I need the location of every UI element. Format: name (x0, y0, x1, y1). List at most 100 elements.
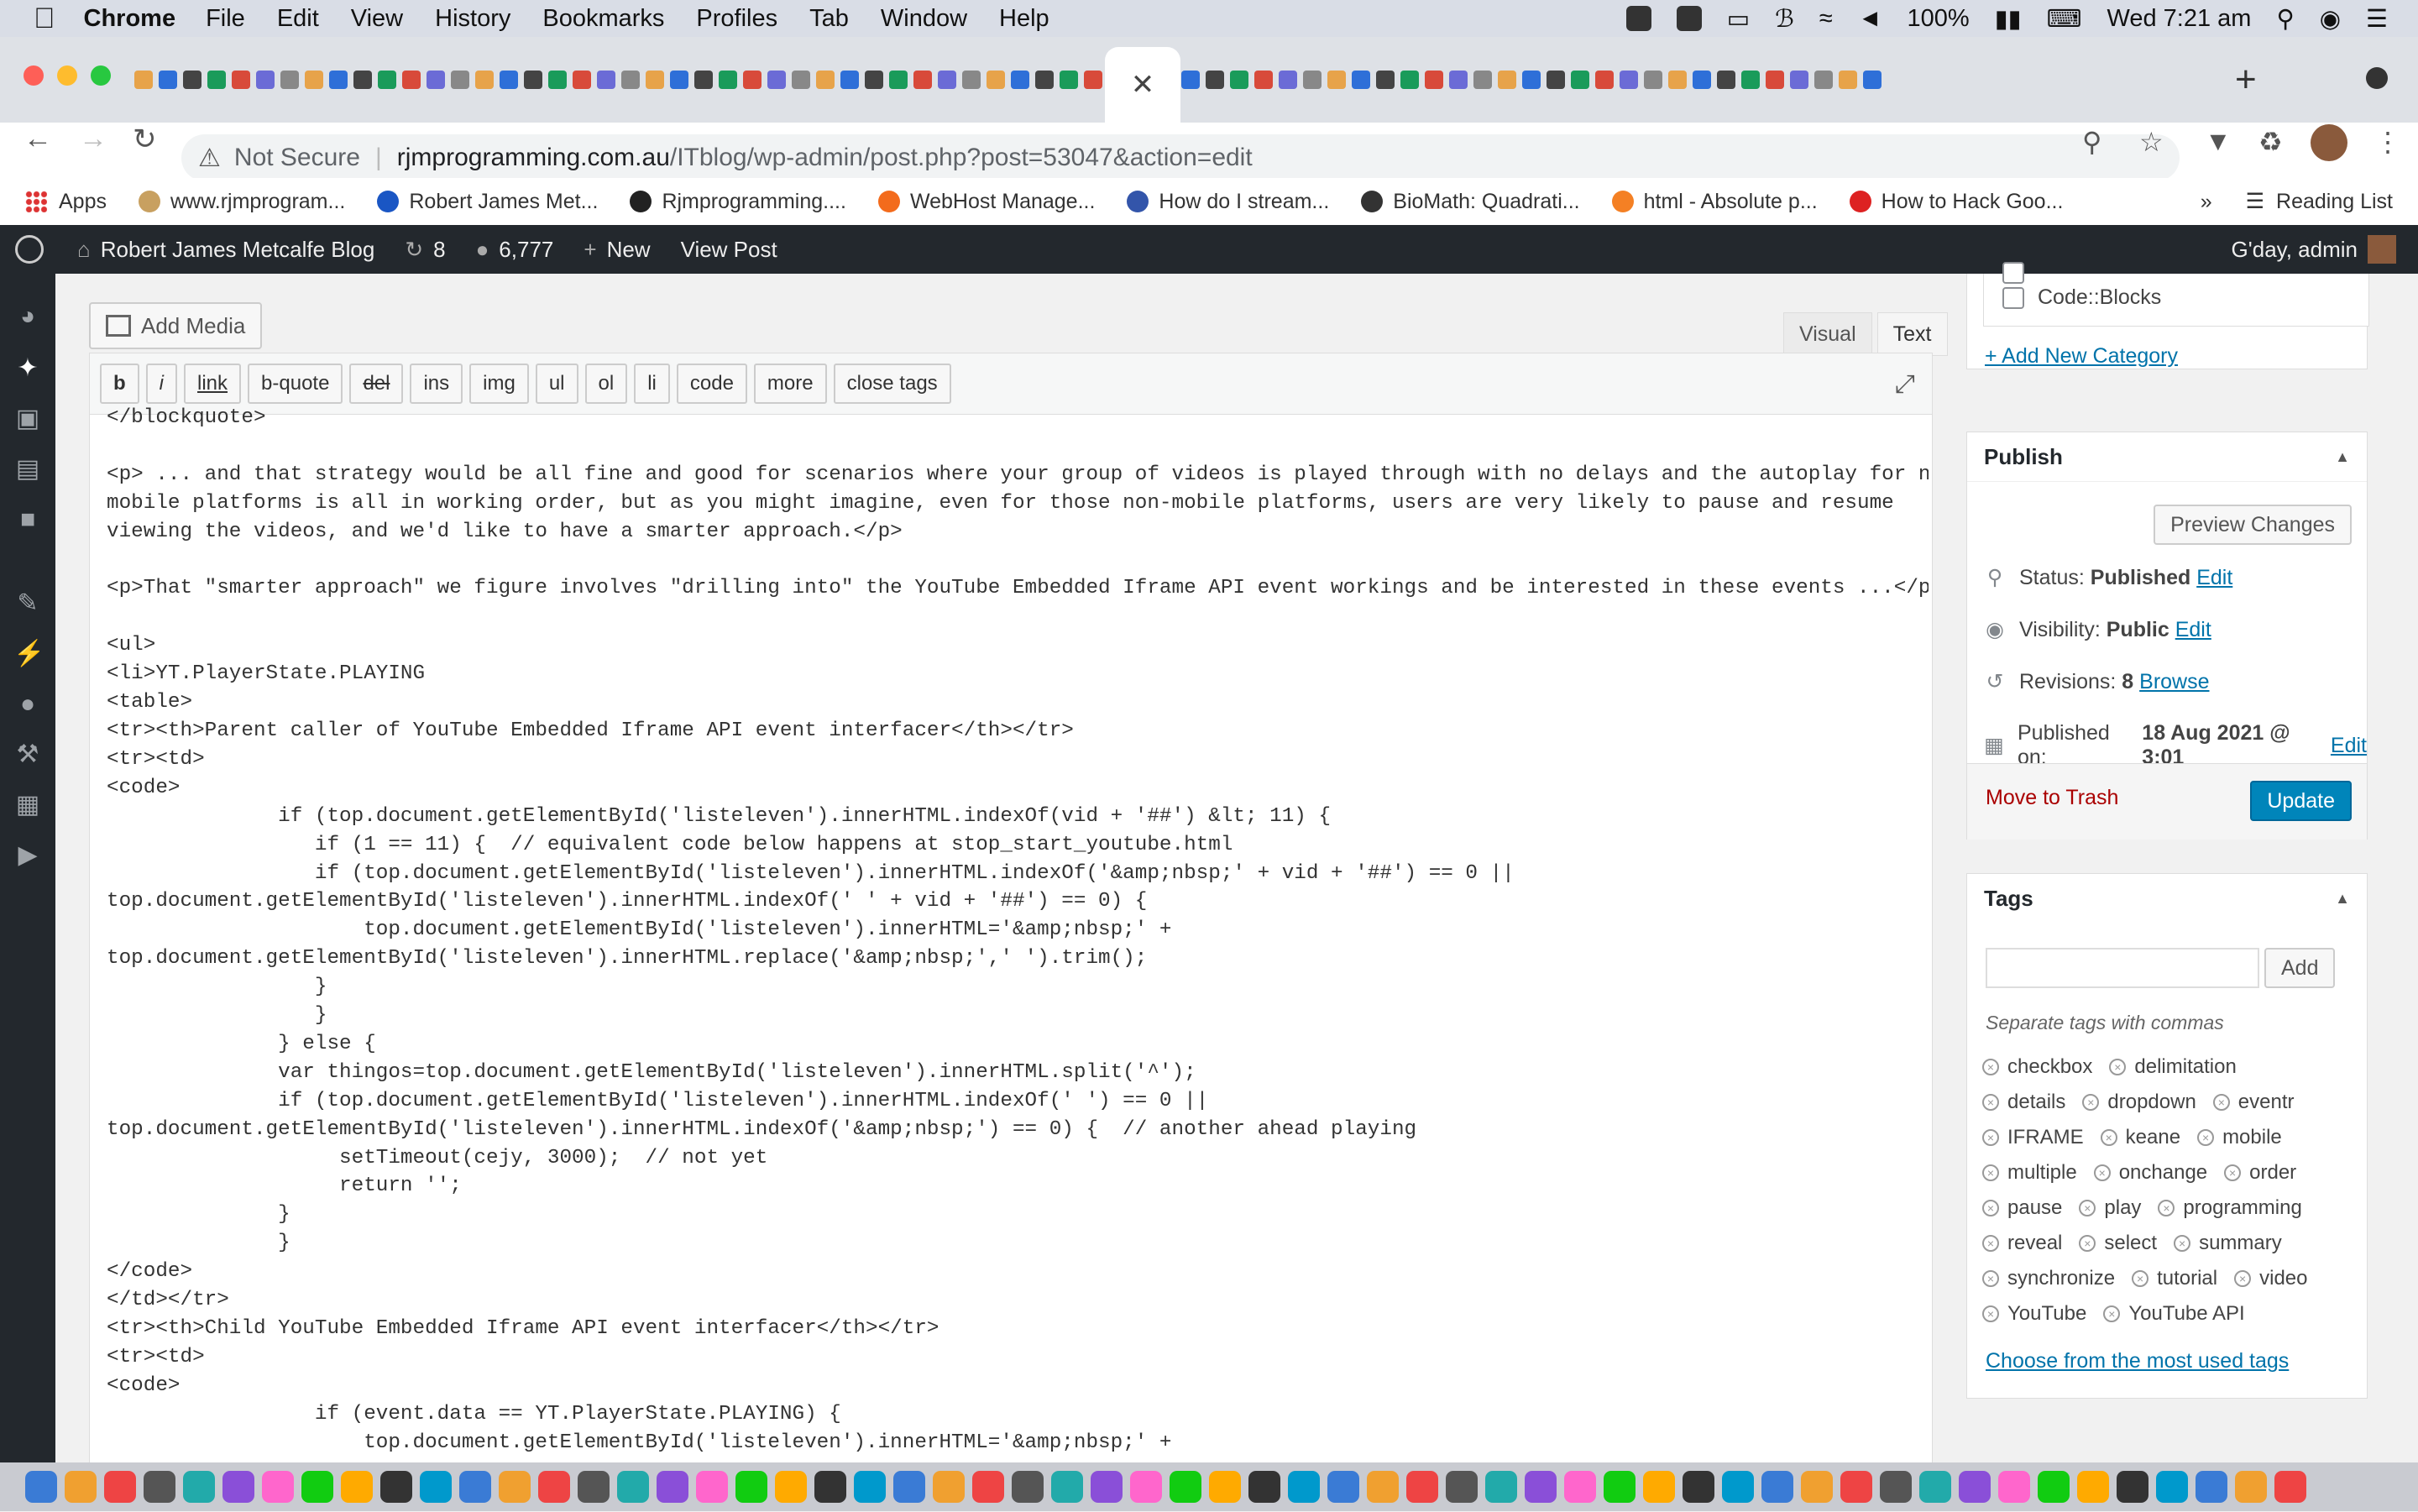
tab-favicon[interactable] (1425, 71, 1443, 89)
dock-app-icon[interactable] (1998, 1471, 2030, 1503)
dock-app-icon[interactable] (657, 1471, 688, 1503)
keyboard-icon[interactable]: ⌨ (2047, 4, 2082, 34)
tab-favicon[interactable] (1839, 71, 1857, 89)
tab-favicon[interactable] (1571, 71, 1589, 89)
edit-status-link[interactable]: Edit (2196, 566, 2232, 590)
tab-favicon[interactable] (1693, 71, 1711, 89)
qt-code-button[interactable]: code (676, 364, 747, 404)
category-checkbox-codeblocks[interactable] (2002, 287, 2024, 309)
dock-app-icon[interactable] (893, 1471, 925, 1503)
tab-favicon[interactable] (1547, 71, 1565, 89)
qt-li-button[interactable]: li (634, 364, 670, 404)
tab-favicon[interactable] (402, 71, 421, 89)
warning-icon[interactable]: ⚠ (198, 144, 221, 173)
dock-app-icon[interactable] (1367, 1471, 1399, 1503)
tab-favicon[interactable] (378, 71, 396, 89)
tab-favicon[interactable] (159, 71, 177, 89)
battery-icon[interactable]: ▮▮ (1995, 4, 2022, 34)
category-checkbox[interactable] (2002, 262, 2024, 284)
dock-app-icon[interactable] (1959, 1471, 1991, 1503)
tab-favicon[interactable] (719, 71, 737, 89)
dock-app-icon[interactable] (1801, 1471, 1833, 1503)
tab-favicon[interactable] (1011, 71, 1029, 89)
apple-icon[interactable]:  (34, 3, 55, 35)
bookmark-item[interactable]: www.rjmprogram... (138, 190, 345, 214)
bookmark-item[interactable]: How do I stream... (1127, 190, 1329, 214)
dock-app-icon[interactable] (1485, 1471, 1517, 1503)
qt-del-button[interactable]: del (349, 364, 404, 404)
remove-tag-icon[interactable]: × (1982, 1200, 1999, 1216)
dock-app-icon[interactable] (1722, 1471, 1754, 1503)
dock-app-icon[interactable] (183, 1471, 215, 1503)
dock-app-icon[interactable] (1051, 1471, 1083, 1503)
post-content-textarea[interactable]: </blockquote> <p> ... and that strategy … (107, 404, 1929, 1512)
bookmark-star-icon[interactable]: ☆ (2139, 126, 2164, 158)
minimize-window-button[interactable] (57, 65, 77, 86)
tab-favicon[interactable] (938, 71, 956, 89)
dock-app-icon[interactable] (814, 1471, 846, 1503)
tab-favicon[interactable] (207, 71, 226, 89)
app-status-icon-2[interactable] (1676, 6, 1702, 31)
tags-header[interactable]: Tags ▲ (1967, 874, 2367, 923)
settings-icon[interactable]: ▦ (13, 791, 42, 819)
remove-tag-icon[interactable]: × (2158, 1200, 2175, 1216)
tab-favicon[interactable] (1790, 71, 1808, 89)
dock-app-icon[interactable] (2038, 1471, 2070, 1503)
dock-app-icon[interactable] (1209, 1471, 1241, 1503)
dock-app-icon[interactable] (538, 1471, 570, 1503)
remove-tag-icon[interactable]: × (2132, 1270, 2149, 1287)
tab-favicon[interactable] (353, 71, 372, 89)
menu-profiles[interactable]: Profiles (696, 5, 777, 33)
bookmark-item[interactable]: Rjmprogramming.... (630, 190, 846, 214)
tab-favicon[interactable] (305, 71, 323, 89)
tab-favicon[interactable] (816, 71, 835, 89)
add-tag-button[interactable]: Add (2264, 948, 2336, 988)
tab-favicon[interactable] (1473, 71, 1492, 89)
bookmark-item[interactable]: How to Hack Goo... (1849, 190, 2063, 214)
add-new-category-link[interactable]: + Add New Category (1985, 344, 2178, 369)
tab-favicon[interactable] (865, 71, 883, 89)
dock-app-icon[interactable] (341, 1471, 373, 1503)
dock-app-icon[interactable] (1170, 1471, 1201, 1503)
tab-favicon[interactable] (1717, 71, 1735, 89)
bookmark-apps[interactable]: Apps (25, 190, 107, 214)
menu-tab[interactable]: Tab (809, 5, 849, 33)
menu-app-name[interactable]: Chrome (84, 5, 176, 33)
tab-favicon[interactable] (1644, 71, 1662, 89)
tab-favicon[interactable] (767, 71, 786, 89)
menu-window[interactable]: Window (881, 5, 967, 33)
menu-edit[interactable]: Edit (277, 5, 319, 33)
remove-tag-icon[interactable]: × (2234, 1270, 2252, 1287)
tab-visual[interactable]: Visual (1783, 312, 1872, 356)
dock-app-icon[interactable] (65, 1471, 97, 1503)
tab-favicon[interactable] (1084, 71, 1102, 89)
dock-app-icon[interactable] (420, 1471, 452, 1503)
airplay-icon[interactable]: ▭ (1727, 4, 1750, 34)
remove-tag-icon[interactable]: × (2212, 1094, 2230, 1111)
siri-icon[interactable]: ◉ (2320, 4, 2341, 34)
back-icon[interactable]: ← (24, 123, 52, 155)
admin-updates[interactable]: ↻ 8 (405, 237, 445, 263)
dock-app-icon[interactable] (459, 1471, 491, 1503)
security-label[interactable]: Not Secure (234, 144, 360, 172)
active-tab[interactable]: ✕ (1105, 47, 1180, 123)
tab-favicon[interactable] (280, 71, 299, 89)
zoom-icon[interactable]: ⚲ (2082, 126, 2101, 158)
remove-tag-icon[interactable]: × (2082, 1094, 2100, 1111)
qt-ul-button[interactable]: ul (535, 364, 578, 404)
comments-icon[interactable]: ■ (13, 505, 42, 534)
tab-favicon[interactable] (1035, 71, 1054, 89)
tab-favicon[interactable] (670, 71, 688, 89)
tab-favicon[interactable] (1060, 71, 1078, 89)
dock-app-icon[interactable] (25, 1471, 57, 1503)
media-icon[interactable]: ▣ (13, 405, 42, 433)
remove-tag-icon[interactable]: × (2197, 1129, 2215, 1146)
tab-favicon[interactable] (1303, 71, 1322, 89)
new-tag-input[interactable] (1986, 948, 2259, 988)
qt-link-button[interactable]: link (184, 364, 242, 404)
dock-app-icon[interactable] (578, 1471, 610, 1503)
tab-favicon[interactable] (962, 71, 981, 89)
collapse-menu-icon[interactable]: ▶ (13, 841, 42, 870)
dock-app-icon[interactable] (2077, 1471, 2109, 1503)
dock-app-icon[interactable] (1406, 1471, 1438, 1503)
